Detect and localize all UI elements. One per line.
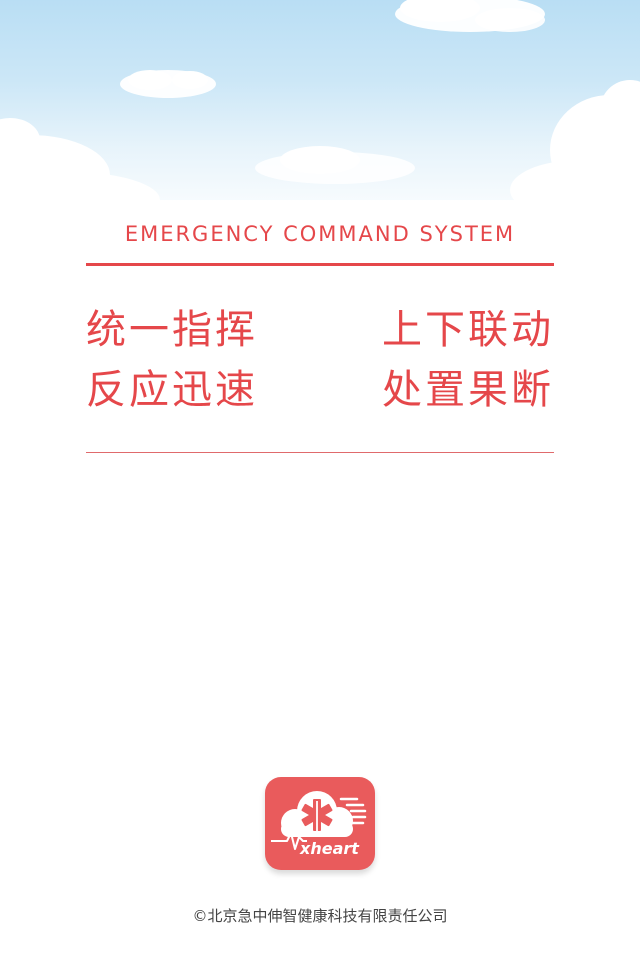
slogan-text: 处置果断 [382,367,554,413]
app-logo: xheart [265,777,375,870]
logo-wordmark: xheart [300,839,359,858]
slogan-text: 反应迅速 [86,367,258,413]
title-divider [86,263,554,266]
slogan-divider [86,452,554,453]
slogan-line-1: 统一指挥 上下联动 [86,306,554,354]
clouds-illustration [0,0,640,230]
slogan-line-2: 反应迅速 处置果断 [86,366,554,414]
slogan-text: 上下联动 [382,307,554,353]
sky-background [0,0,640,230]
slogan-text: 统一指挥 [86,307,258,353]
copyright-text: ©北京急中伸智健康科技有限责任公司 [192,907,448,925]
page-title: EMERGENCY COMMAND SYSTEM [124,222,516,246]
